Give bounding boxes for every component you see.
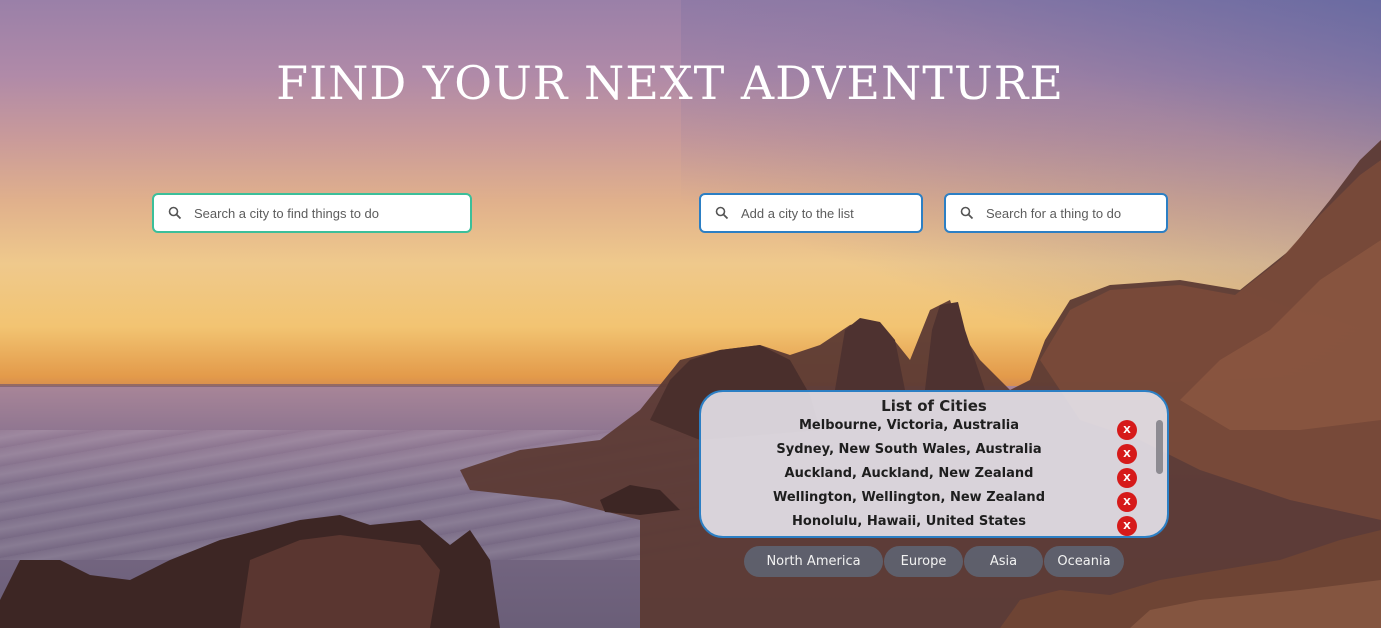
city-list-item: Melbourne, Victoria, Australia X [701, 418, 1137, 440]
thing-search[interactable] [944, 193, 1168, 233]
city-list-item: Auckland, Auckland, New Zealand X [701, 466, 1137, 488]
page: FIND YOUR NEXT ADVENTURE List of Cities … [0, 0, 1381, 628]
city-name: Sydney, New South Wales, Australia [776, 442, 1042, 457]
search-icon [168, 206, 182, 220]
city-list-item: Wellington, Wellington, New Zealand X [701, 490, 1137, 512]
city-list-scrollbar[interactable] [1154, 418, 1164, 536]
add-city-input[interactable] [741, 205, 921, 221]
thing-search-input[interactable] [986, 205, 1166, 221]
remove-city-button[interactable]: X [1117, 516, 1137, 536]
region-button-europe[interactable]: Europe [884, 546, 963, 577]
city-list-item: Honolulu, Hawaii, United States X [701, 514, 1137, 536]
page-title: FIND YOUR NEXT ADVENTURE [276, 56, 1064, 110]
search-icon [715, 206, 729, 220]
remove-city-button[interactable]: X [1117, 420, 1137, 440]
remove-city-button[interactable]: X [1117, 444, 1137, 464]
city-things-search[interactable] [152, 193, 472, 233]
city-list-item: Sydney, New South Wales, Australia X [701, 442, 1137, 464]
region-button-asia[interactable]: Asia [964, 546, 1043, 577]
add-city-search[interactable] [699, 193, 923, 233]
region-button-oceania[interactable]: Oceania [1044, 546, 1124, 577]
city-name: Wellington, Wellington, New Zealand [772, 490, 1045, 505]
scrollbar-thumb[interactable] [1156, 420, 1163, 474]
city-name: Honolulu, Hawaii, United States [792, 514, 1026, 529]
city-list-panel: List of Cities Melbourne, Victoria, Aust… [699, 390, 1169, 538]
city-things-search-input[interactable] [194, 205, 470, 221]
region-filters: North America Europe Asia Oceania [744, 546, 1125, 577]
region-button-north-america[interactable]: North America [744, 546, 883, 577]
remove-city-button[interactable]: X [1117, 492, 1137, 512]
remove-city-button[interactable]: X [1117, 468, 1137, 488]
city-name: Auckland, Auckland, New Zealand [784, 466, 1034, 481]
city-list-heading: List of Cities [881, 397, 987, 415]
search-icon [960, 206, 974, 220]
city-name: Melbourne, Victoria, Australia [798, 418, 1020, 433]
